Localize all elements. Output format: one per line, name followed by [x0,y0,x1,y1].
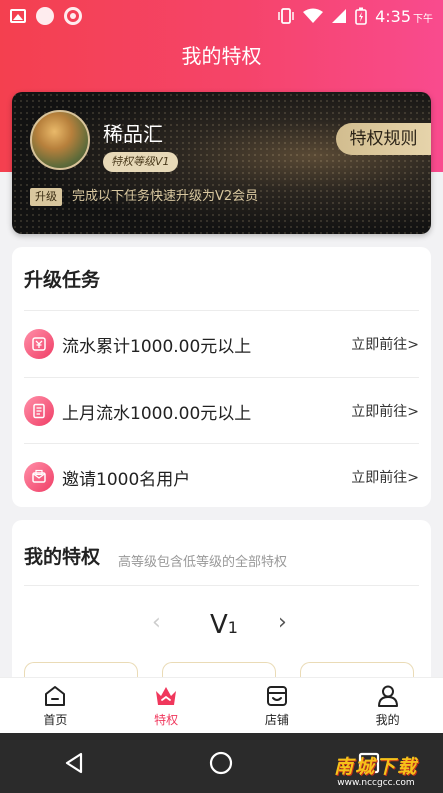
watermark-url: www.nccgcc.com [337,778,415,788]
tab-home[interactable]: 首页 [0,678,111,733]
tab-store[interactable]: 店铺 [222,678,333,733]
upgrade-tasks-title: 升级任务 [24,269,101,291]
back-icon[interactable] [61,750,87,776]
go-now-link[interactable]: 立即前往> [351,401,419,421]
task-label: 上月流水1000.00元以上 [62,403,252,424]
current-level-letter: V [210,610,228,640]
level-badge: 特权等级V1 [103,152,178,172]
go-now-link[interactable]: 立即前往> [351,334,419,354]
privileges-card: 我的特权 高等级包含低等级的全部特权 ‹ V1 › [12,520,431,702]
next-level-arrow[interactable]: › [278,610,287,635]
tab-label: 首页 [43,713,68,727]
wifi-icon [303,8,324,23]
battery-icon [355,7,367,25]
page-title: 我的特权 [181,44,262,68]
tab-label: 我的 [375,713,400,727]
tab-label: 店铺 [264,713,289,727]
task-row-last-month[interactable]: 上月流水1000.00元以上 立即前往> [12,378,431,444]
clock: 4:35 [375,6,411,26]
go-now-link[interactable]: 立即前往> [351,467,419,487]
upgrade-tasks-card: 升级任务 流水累计1000.00元以上 立即前往> 上月流水1000.00元以上… [12,247,431,507]
upgrade-tag: 升级 [30,188,62,206]
current-level-number: 1 [227,618,238,637]
vip-card: 稀品汇 特权等级V1 特权规则 升级 完成以下任务快速升级为V2会员 [12,92,431,234]
watermark-logo: 南城下载 www.nccgcc.com [317,756,435,790]
upgrade-hint: 完成以下任务快速升级为V2会员 [72,189,259,204]
record-notification-icon [64,7,82,25]
vibrate-icon [278,8,294,24]
status-bar: 4:35 下午 [0,0,443,32]
bottom-tab-bar: 首页 特权 店铺 我的 [0,677,443,733]
tab-label: 特权 [154,713,179,727]
divider [24,585,419,586]
receipt-icon [24,396,54,426]
home-icon [45,686,66,706]
task-row-invite-users[interactable]: 邀请1000名用户 立即前往> [12,444,431,510]
task-row-turnover-total[interactable]: 流水累计1000.00元以上 立即前往> [12,311,431,377]
tab-privileges[interactable]: 特权 [111,678,222,733]
home-circle-icon[interactable] [208,750,234,776]
app-notification-icon [36,7,54,25]
privileges-subtitle: 高等级包含低等级的全部特权 [118,555,288,570]
user-icon [377,685,398,707]
clock-ampm: 下午 [413,13,433,25]
signal-icon [332,9,347,23]
current-level: V1 [210,610,238,640]
avatar[interactable] [30,110,90,170]
privilege-rules-button[interactable]: 特权规则 [336,123,431,155]
task-label: 邀请1000名用户 [62,469,191,490]
gallery-notification-icon [10,9,26,23]
crown-icon [156,687,177,705]
money-icon [24,329,54,359]
mail-icon [24,462,54,492]
prev-level-arrow[interactable]: ‹ [152,610,161,635]
watermark-text: 南城下载 [333,756,418,778]
store-icon [266,686,287,706]
tab-mine[interactable]: 我的 [332,678,443,733]
privileges-title: 我的特权 [24,546,101,568]
task-label: 流水累计1000.00元以上 [62,336,252,357]
user-name: 稀品汇 [103,122,163,146]
